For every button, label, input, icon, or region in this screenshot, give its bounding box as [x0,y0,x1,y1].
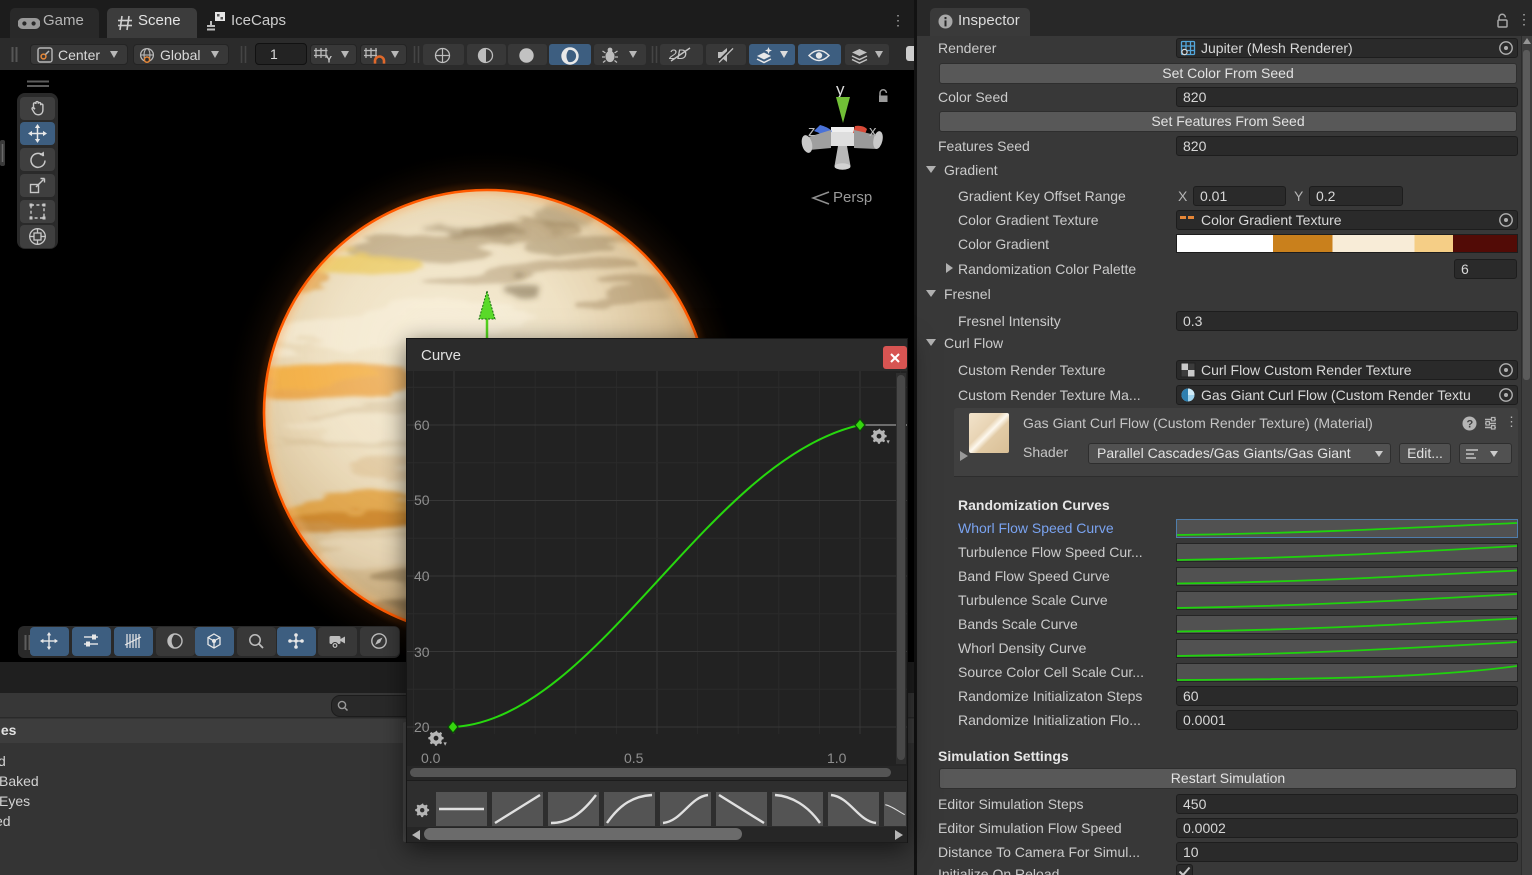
svg-text:Persp: Persp [833,189,872,206]
svg-text:?: ? [1467,419,1474,431]
svg-text:y: y [836,80,845,99]
svg-text:z: z [808,123,816,140]
svg-text:Y: Y [326,55,332,64]
svg-text:x: x [869,123,877,140]
